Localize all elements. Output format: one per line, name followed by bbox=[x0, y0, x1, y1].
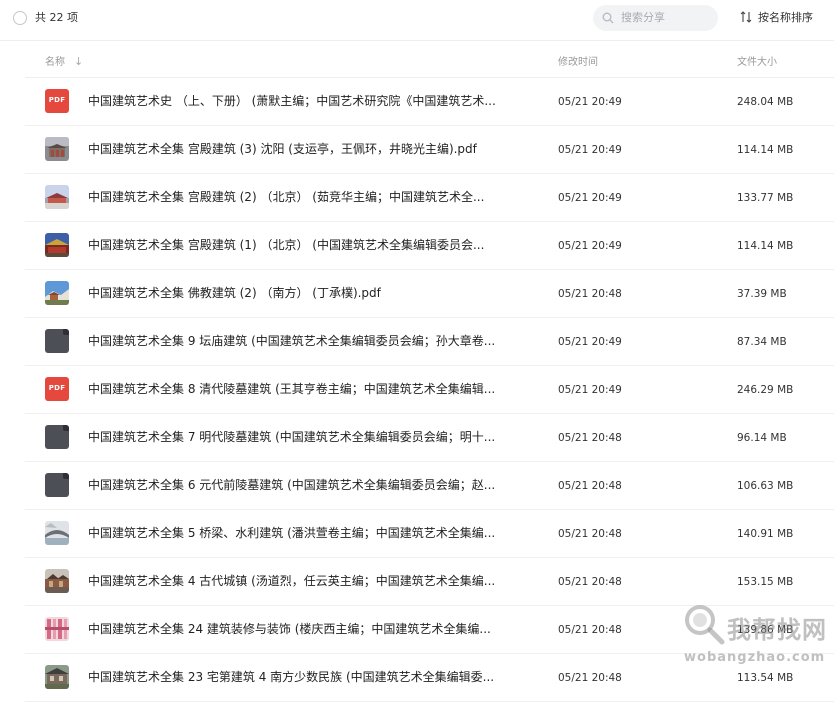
file-row[interactable]: PDF 中国建筑艺术全集 8 清代陵墓建筑 (王其亨卷主编；中国建筑艺术全集编辑… bbox=[25, 366, 834, 414]
file-row[interactable]: 中国建筑艺术全集 24 建筑装修与装饰 (楼庆西主编；中国建筑艺术全集编... … bbox=[25, 606, 834, 654]
pdf-icon: PDF bbox=[45, 377, 69, 401]
search-input[interactable]: 搜索分享 bbox=[593, 5, 718, 31]
palace-image-icon bbox=[45, 137, 69, 161]
file-size: 96.14 MB bbox=[737, 432, 787, 444]
file-size: 248.04 MB bbox=[737, 96, 794, 108]
column-time-header[interactable]: 修改时间 bbox=[558, 53, 598, 68]
file-size: 37.39 MB bbox=[737, 288, 787, 300]
toolbar: 共 22 项 搜索分享 按名称排序 bbox=[0, 0, 834, 38]
file-time: 05/21 20:48 bbox=[558, 576, 622, 588]
file-time: 05/21 20:49 bbox=[558, 384, 622, 396]
document-icon bbox=[45, 473, 69, 497]
file-name[interactable]: 中国建筑艺术全集 5 桥梁、水利建筑 (潘洪萱卷主编；中国建筑艺术全集编... bbox=[88, 526, 495, 541]
column-name-header[interactable]: 名称 ↓ bbox=[45, 53, 83, 68]
file-time: 05/21 20:49 bbox=[558, 192, 622, 204]
file-row[interactable]: 中国建筑艺术全集 宫殿建筑 (2) （北京） (茹竞华主编；中国建筑艺术全...… bbox=[25, 174, 834, 222]
file-time: 05/21 20:48 bbox=[558, 480, 622, 492]
sort-label: 按名称排序 bbox=[758, 11, 813, 24]
file-time: 05/21 20:49 bbox=[558, 336, 622, 348]
file-name[interactable]: 中国建筑艺术全集 9 坛庙建筑 (中国建筑艺术全集编辑委员会编；孙大章卷... bbox=[88, 334, 495, 349]
file-list: PDF 中国建筑艺术史 （上、下册） (萧默主编；中国艺术研究院《中国建筑艺术.… bbox=[25, 78, 834, 702]
pdf-icon: PDF bbox=[45, 89, 69, 113]
file-size: 133.77 MB bbox=[737, 192, 794, 204]
file-time: 05/21 20:48 bbox=[558, 624, 622, 636]
sort-button[interactable]: 按名称排序 bbox=[740, 11, 813, 25]
palace-image-icon bbox=[45, 185, 69, 209]
select-all-checkbox[interactable] bbox=[13, 11, 27, 25]
search-placeholder: 搜索分享 bbox=[621, 11, 665, 24]
file-name[interactable]: 中国建筑艺术全集 8 清代陵墓建筑 (王其亨卷主编；中国建筑艺术全集编辑... bbox=[88, 382, 495, 397]
file-name[interactable]: 中国建筑艺术全集 7 明代陵墓建筑 (中国建筑艺术全集编辑委员会编；明十... bbox=[88, 430, 495, 445]
document-icon bbox=[45, 425, 69, 449]
file-row[interactable]: 中国建筑艺术全集 4 古代城镇 (汤道烈，任云英主编；中国建筑艺术全集编... … bbox=[25, 558, 834, 606]
temple-image-icon bbox=[45, 281, 69, 305]
bridge-image-icon bbox=[45, 521, 69, 545]
sort-icon bbox=[740, 11, 752, 23]
file-size: 106.63 MB bbox=[737, 480, 794, 492]
file-row[interactable]: PDF 中国建筑艺术史 （上、下册） (萧默主编；中国艺术研究院《中国建筑艺术.… bbox=[25, 78, 834, 126]
sort-arrow-icon: ↓ bbox=[74, 55, 84, 68]
file-size: 139.86 MB bbox=[737, 624, 794, 636]
file-time: 05/21 20:48 bbox=[558, 672, 622, 684]
file-name[interactable]: 中国建筑艺术全集 6 元代前陵墓建筑 (中国建筑艺术全集编辑委员会编；赵... bbox=[88, 478, 495, 493]
file-row[interactable]: 中国建筑艺术全集 6 元代前陵墓建筑 (中国建筑艺术全集编辑委员会编；赵... … bbox=[25, 462, 834, 510]
file-size: 246.29 MB bbox=[737, 384, 794, 396]
column-size-header[interactable]: 文件大小 bbox=[737, 53, 777, 68]
file-time: 05/21 20:48 bbox=[558, 288, 622, 300]
search-icon bbox=[602, 12, 614, 24]
file-row[interactable]: 中国建筑艺术全集 7 明代陵墓建筑 (中国建筑艺术全集编辑委员会编；明十... … bbox=[25, 414, 834, 462]
file-name[interactable]: 中国建筑艺术全集 佛教建筑 (2) （南方） (丁承樸).pdf bbox=[88, 286, 381, 301]
file-time: 05/21 20:48 bbox=[558, 528, 622, 540]
file-time: 05/21 20:49 bbox=[558, 144, 622, 156]
file-size: 114.14 MB bbox=[737, 144, 794, 156]
file-name[interactable]: 中国建筑艺术全集 23 宅第建筑 4 南方少数民族 (中国建筑艺术全集编辑委..… bbox=[88, 670, 494, 685]
item-count: 共 22 项 bbox=[35, 11, 78, 24]
city-image-icon bbox=[45, 569, 69, 593]
palace-image-icon bbox=[45, 233, 69, 257]
file-name[interactable]: 中国建筑艺术全集 宫殿建筑 (3) 沈阳 (支运亭，王佩环，井晓光主编).pdf bbox=[88, 142, 477, 157]
file-row[interactable]: 中国建筑艺术全集 23 宅第建筑 4 南方少数民族 (中国建筑艺术全集编辑委..… bbox=[25, 654, 834, 702]
document-icon bbox=[45, 329, 69, 353]
file-size: 114.14 MB bbox=[737, 240, 794, 252]
file-row[interactable]: 中国建筑艺术全集 5 桥梁、水利建筑 (潘洪萱卷主编；中国建筑艺术全集编... … bbox=[25, 510, 834, 558]
file-size: 140.91 MB bbox=[737, 528, 794, 540]
decoration-image-icon bbox=[45, 617, 69, 641]
file-row[interactable]: 中国建筑艺术全集 宫殿建筑 (3) 沈阳 (支运亭，王佩环，井晓光主编).pdf… bbox=[25, 126, 834, 174]
column-name-label: 名称 bbox=[45, 57, 65, 68]
file-row[interactable]: 中国建筑艺术全集 宫殿建筑 (1) （北京） (中国建筑艺术全集编辑委员会...… bbox=[25, 222, 834, 270]
file-name[interactable]: 中国建筑艺术全集 4 古代城镇 (汤道烈，任云英主编；中国建筑艺术全集编... bbox=[88, 574, 495, 589]
file-name[interactable]: 中国建筑艺术全集 宫殿建筑 (2) （北京） (茹竞华主编；中国建筑艺术全... bbox=[88, 190, 484, 205]
file-time: 05/21 20:49 bbox=[558, 96, 622, 108]
file-row[interactable]: 中国建筑艺术全集 9 坛庙建筑 (中国建筑艺术全集编辑委员会编；孙大章卷... … bbox=[25, 318, 834, 366]
file-time: 05/21 20:49 bbox=[558, 240, 622, 252]
file-name[interactable]: 中国建筑艺术全集 宫殿建筑 (1) （北京） (中国建筑艺术全集编辑委员会... bbox=[88, 238, 484, 253]
column-header: 名称 ↓ 修改时间 文件大小 bbox=[25, 41, 834, 78]
file-size: 113.54 MB bbox=[737, 672, 794, 684]
house-image-icon bbox=[45, 665, 69, 689]
file-size: 87.34 MB bbox=[737, 336, 787, 348]
file-name[interactable]: 中国建筑艺术史 （上、下册） (萧默主编；中国艺术研究院《中国建筑艺术... bbox=[88, 94, 496, 109]
file-row[interactable]: 中国建筑艺术全集 佛教建筑 (2) （南方） (丁承樸).pdf 05/21 2… bbox=[25, 270, 834, 318]
file-time: 05/21 20:48 bbox=[558, 432, 622, 444]
file-size: 153.15 MB bbox=[737, 576, 794, 588]
file-name[interactable]: 中国建筑艺术全集 24 建筑装修与装饰 (楼庆西主编；中国建筑艺术全集编... bbox=[88, 622, 491, 637]
